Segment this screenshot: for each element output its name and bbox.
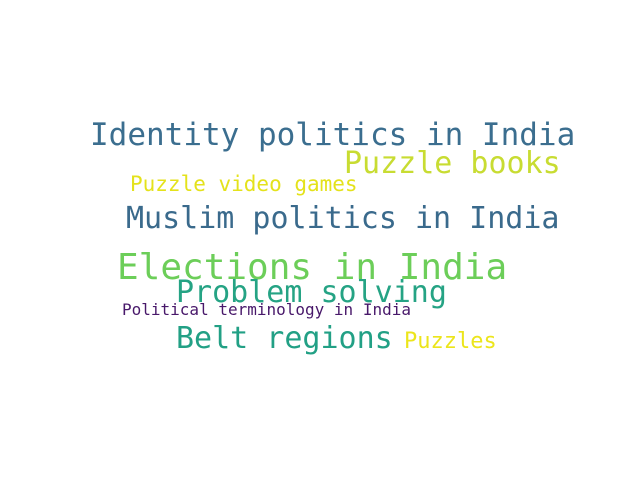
word-muslim-politics-in-india: Muslim politics in India [126,201,560,236]
word-cloud: Identity politics in India Puzzle books … [0,0,640,480]
word-belt-regions: Belt regions [176,321,393,356]
word-puzzle-books: Puzzle books [344,146,561,181]
word-puzzle-video-games: Puzzle video games [130,172,358,196]
word-puzzles: Puzzles [404,329,497,354]
word-political-terminology-in-india: Political terminology in India [122,300,411,319]
